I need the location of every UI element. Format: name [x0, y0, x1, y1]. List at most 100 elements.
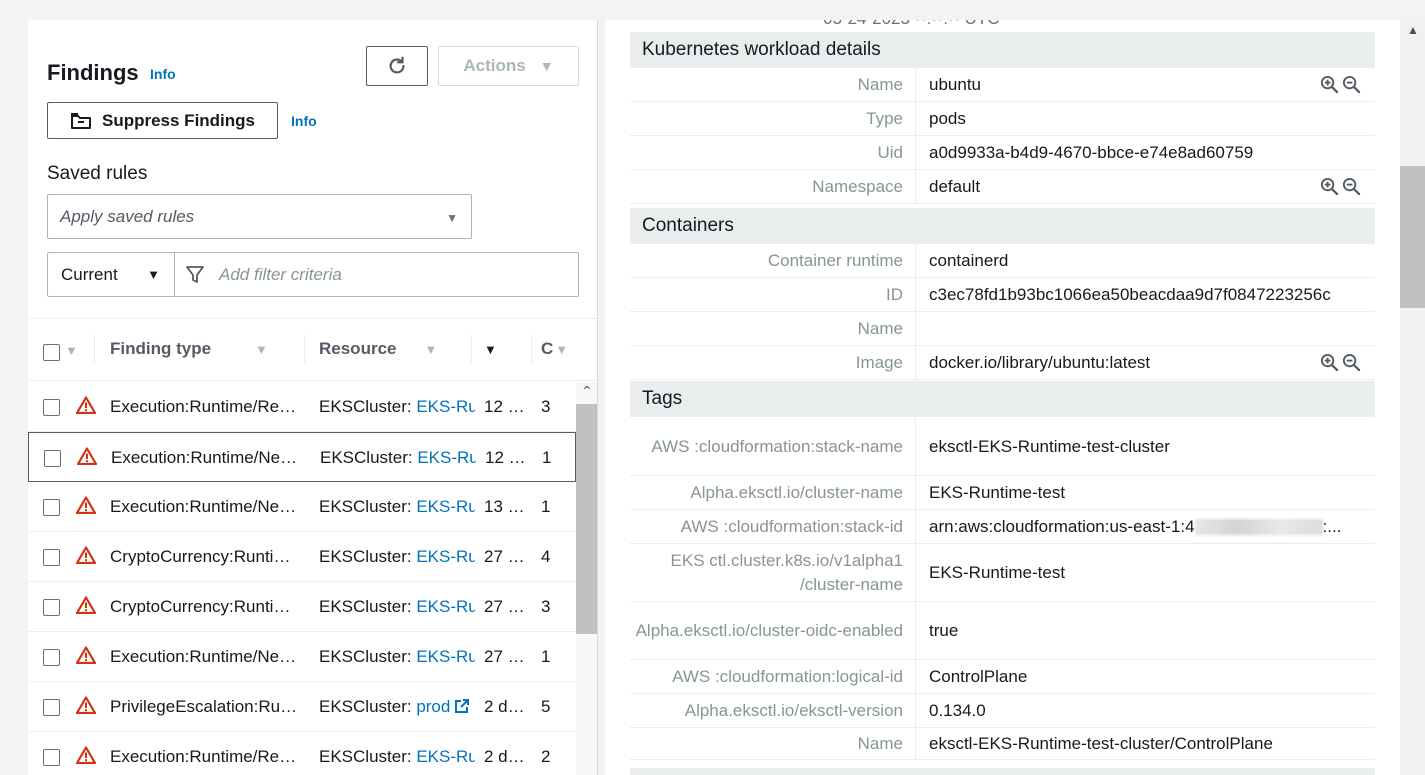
scrollbar-thumb[interactable]: [1400, 166, 1425, 308]
row-checkbox[interactable]: [43, 699, 60, 716]
column-divider: [531, 335, 532, 363]
zoom-out-icon[interactable]: [1342, 177, 1361, 196]
detail-key: Name: [630, 728, 916, 759]
column-resource[interactable]: Resource ▼: [319, 339, 437, 359]
table-row[interactable]: PrivilegeEscalation:Ru… EKSCluster: prod 2…: [28, 682, 576, 732]
sort-icon: ▼: [255, 342, 268, 357]
resource-link[interactable]: EKS-Ru: [417, 448, 476, 467]
zoom-out-icon[interactable]: [1342, 75, 1361, 94]
actions-dropdown[interactable]: Actions ▼: [438, 46, 579, 86]
column-last-seen[interactable]: ▼: [484, 339, 497, 359]
resource-link[interactable]: EKS-Ru: [416, 647, 475, 666]
finding-type[interactable]: Execution:Runtime/Re…: [110, 747, 310, 767]
row-checkbox[interactable]: [43, 749, 60, 766]
finding-type[interactable]: CryptoCurrency:Runti…: [110, 597, 310, 617]
detail-value: EKS-Runtime-test: [929, 544, 1364, 601]
detail-key-label: AWS :cloudformation:stack-name: [651, 436, 903, 456]
resource-cell: EKSCluster: prod: [319, 697, 475, 717]
resource-cell: EKSCluster: EKS-Ru: [319, 547, 475, 567]
select-all-checkbox[interactable]: [43, 344, 60, 361]
finding-count: 4: [541, 547, 551, 566]
finding-type[interactable]: CryptoCurrency:Runti…: [110, 547, 310, 567]
last-seen: 12 …: [485, 448, 526, 467]
row-checkbox[interactable]: [43, 649, 60, 666]
page-scrollbar[interactable]: ▲: [1400, 20, 1425, 775]
detail-key-label: Name: [857, 733, 903, 753]
detail-value: arn:aws:cloudformation:us-east-1:4:...: [929, 510, 1364, 543]
table-row[interactable]: Execution:Runtime/Ne… EKSCluster: EKS-Ru 1…: [28, 482, 576, 532]
detail-key: EKS ctl.cluster.k8s.io/v1alpha1 /cluster…: [630, 544, 916, 601]
resource-link[interactable]: EKS-Ru: [416, 397, 475, 416]
filter-criteria-input[interactable]: Add filter criteria: [175, 253, 578, 296]
table-row[interactable]: Execution:Runtime/Re… EKSCluster: EKS-Ru 1…: [28, 382, 576, 432]
section-header-tags: Tags: [630, 381, 1375, 417]
detail-key: Alpha.eksctl.io/cluster-oidc-enabled: [630, 602, 916, 659]
finding-type[interactable]: Execution:Runtime/Ne…: [110, 647, 310, 667]
findings-info-link[interactable]: Info: [150, 66, 176, 82]
table-scrollbar[interactable]: ⌃: [576, 382, 597, 775]
warning-icon: [75, 746, 97, 769]
caret-down-icon: ▼: [446, 211, 458, 225]
detail-row: Name ubuntu: [630, 68, 1375, 102]
table-row[interactable]: Execution:Runtime/Ne… EKSCluster: EKS-Ru 1…: [28, 432, 576, 482]
external-link-icon[interactable]: [450, 697, 470, 716]
detail-value-text: ubuntu: [929, 74, 981, 94]
table-row[interactable]: Execution:Runtime/Re… EKSCluster: EKS-Ru 2…: [28, 732, 576, 775]
finding-type[interactable]: Execution:Runtime/Re…: [110, 397, 310, 417]
column-finding-type[interactable]: Finding type ▼: [110, 339, 268, 359]
resource-link[interactable]: EKS-Ru: [416, 547, 475, 566]
scrollbar-thumb[interactable]: [576, 404, 597, 634]
resource-cell: EKSCluster: EKS-Ru: [319, 647, 475, 667]
finding-type[interactable]: PrivilegeEscalation:Ru…: [110, 697, 310, 717]
zoom-in-icon[interactable]: [1320, 75, 1339, 94]
resource-type: EKSCluster:: [319, 597, 417, 616]
zoom-controls[interactable]: [1320, 177, 1361, 196]
table-row[interactable]: CryptoCurrency:Runti… EKSCluster: EKS-Ru 2…: [28, 582, 576, 632]
saved-rules-placeholder: Apply saved rules: [60, 206, 195, 226]
column-count[interactable]: C ▼: [541, 339, 568, 359]
zoom-out-icon[interactable]: [1342, 353, 1361, 372]
scroll-up-icon[interactable]: ▲: [1407, 23, 1419, 37]
row-checkbox[interactable]: [43, 549, 60, 566]
zoom-controls[interactable]: [1320, 353, 1361, 372]
finding-type[interactable]: Execution:Runtime/Ne…: [110, 497, 310, 517]
sort-icon[interactable]: ▼: [65, 343, 78, 358]
table-row[interactable]: Execution:Runtime/Ne… EKSCluster: EKS-Ru 2…: [28, 632, 576, 682]
detail-key: ID: [630, 278, 916, 311]
zoom-controls[interactable]: [1320, 75, 1361, 94]
filter-scope-select[interactable]: Current ▼: [48, 253, 175, 296]
finding-type[interactable]: Execution:Runtime/Ne…: [111, 448, 311, 468]
row-checkbox[interactable]: [44, 450, 61, 467]
detail-value: c3ec78fd1b93bc1066ea50beacdaa9d7f0847223…: [929, 278, 1364, 311]
detail-key-label: Alpha.eksctl.io/cluster-name: [690, 482, 903, 502]
saved-rules-select[interactable]: Apply saved rules ▼: [47, 194, 472, 239]
detail-row: Name eksctl-EKS-Runtime-test-cluster/Cont…: [630, 728, 1375, 760]
refresh-button[interactable]: [366, 46, 428, 86]
row-checkbox[interactable]: [43, 399, 60, 416]
detail-row: Alpha.eksctl.io/cluster-name EKS-Runtime-…: [630, 476, 1375, 510]
last-seen: 12 …: [484, 397, 525, 416]
detail-row: Alpha.eksctl.io/eksctl-version 0.134.0: [630, 694, 1375, 728]
detail-value: ubuntu: [929, 68, 1364, 101]
zoom-in-icon[interactable]: [1320, 353, 1339, 372]
finding-count: 3: [541, 597, 551, 616]
suppress-info-link[interactable]: Info: [291, 113, 317, 129]
row-checkbox[interactable]: [43, 499, 60, 516]
resource-link[interactable]: EKS-Ru: [416, 747, 475, 766]
row-checkbox[interactable]: [43, 599, 60, 616]
resource-link[interactable]: EKS-Ru: [416, 597, 475, 616]
resource-cell: EKSCluster: EKS-Ru: [319, 397, 475, 417]
detail-value: 0.134.0: [929, 694, 1364, 727]
table-row[interactable]: CryptoCurrency:Runti… EKSCluster: EKS-Ru 2…: [28, 532, 576, 582]
resource-link[interactable]: EKS-Ru: [416, 497, 475, 516]
detail-value-text: eksctl-EKS-Runtime-test-cluster/ControlP…: [929, 733, 1273, 753]
detail-key: AWS :cloudformation:stack-name: [630, 418, 916, 475]
detail-value: EKS-Runtime-test: [929, 476, 1364, 509]
resource-link[interactable]: prod: [416, 697, 450, 716]
scroll-up-icon[interactable]: ⌃: [581, 383, 593, 400]
detail-key-label: AWS :cloudformation:logical-id: [672, 666, 903, 686]
zoom-in-icon[interactable]: [1320, 177, 1339, 196]
last-seen: 13 …: [484, 497, 525, 516]
suppress-findings-button[interactable]: Suppress Findings: [47, 102, 278, 139]
detail-value-text: arn:aws:cloudformation:us-east-1:4: [929, 516, 1195, 536]
